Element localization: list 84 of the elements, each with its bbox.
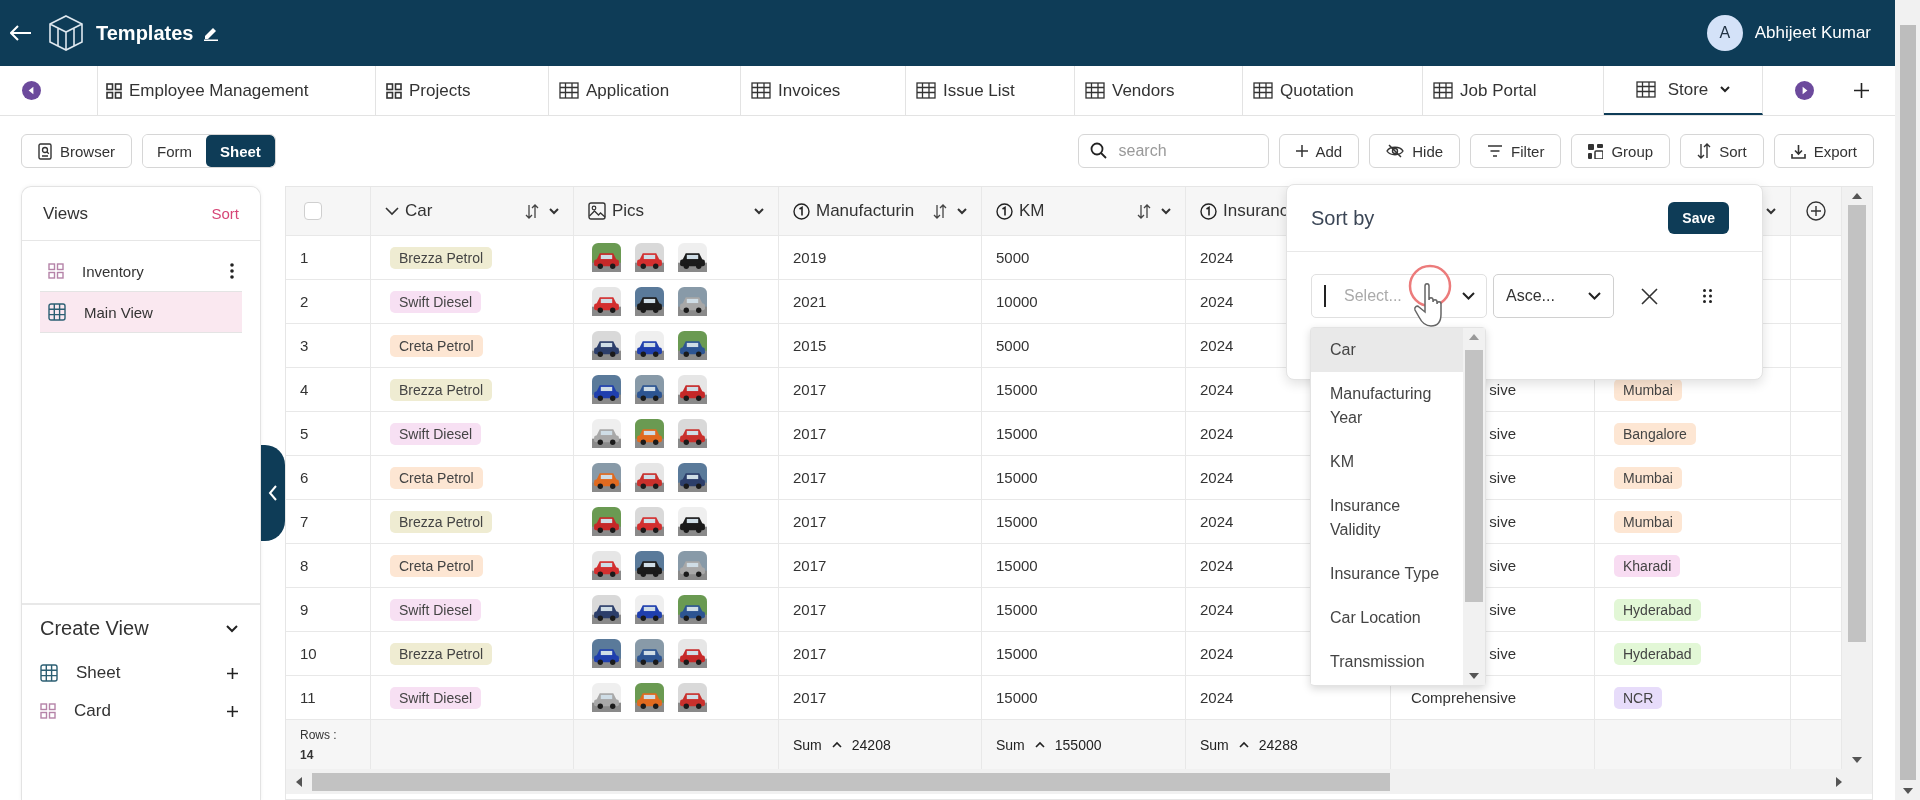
- location-tag: Hyderabad: [1614, 642, 1701, 665]
- location-tag: Mumbai: [1614, 466, 1682, 489]
- sum-label: Sum: [1200, 736, 1229, 753]
- panel-title: Views: [43, 203, 89, 224]
- table-cell: 2024: [1200, 469, 1234, 486]
- car-tag: Swift Diesel: [390, 598, 482, 621]
- table-cell: Comprehensive: [1410, 689, 1516, 706]
- table-cell: 2017: [793, 513, 827, 530]
- table-cell: 2024: [1200, 689, 1234, 706]
- row-number: 2: [300, 293, 309, 310]
- table-cell: 2021: [793, 293, 827, 310]
- popup-title: Sort by: [1311, 206, 1375, 230]
- table-cell: 15000: [996, 557, 1038, 574]
- table-cell: 2024: [1200, 645, 1234, 662]
- table-cell: 2017: [793, 425, 827, 442]
- table-cell: 2024: [1200, 557, 1234, 574]
- row-number: 6: [300, 469, 309, 486]
- location-tag: Hyderabad: [1614, 598, 1701, 621]
- car-tag: Swift Diesel: [390, 686, 482, 709]
- car-tag: Brezza Petrol: [390, 378, 493, 401]
- table-cell: sive: [1489, 645, 1516, 662]
- table-cell: 15000: [996, 601, 1038, 618]
- table-cell: 15000: [996, 689, 1038, 706]
- table-cell: 2024: [1200, 249, 1234, 266]
- table-cell: 15000: [996, 381, 1038, 398]
- row-number: 5: [300, 425, 309, 442]
- user-name: Abhijeet Kumar: [1754, 23, 1871, 43]
- table-cell: sive: [1489, 601, 1516, 618]
- table-cell: 15000: [996, 513, 1038, 530]
- car-tag: Creta Petrol: [390, 334, 483, 357]
- table-cell: sive: [1489, 425, 1516, 442]
- table-cell: 2024: [1200, 293, 1234, 310]
- car-tag: Brezza Petrol: [390, 246, 493, 269]
- location-tag: Mumbai: [1614, 510, 1682, 533]
- sum-label: Sum: [996, 736, 1025, 753]
- table-cell: 15000: [996, 425, 1038, 442]
- sum-value: 24208: [851, 736, 891, 753]
- location-tag: Kharadi: [1614, 554, 1681, 577]
- car-tag: Brezza Petrol: [390, 642, 493, 665]
- table-cell: 2024: [1200, 425, 1234, 442]
- table-cell: 2019: [793, 249, 827, 266]
- row-number: 11: [300, 689, 316, 706]
- table-cell: 2017: [793, 469, 827, 486]
- table-cell: 5000: [996, 249, 1030, 266]
- row-number: 4: [300, 381, 309, 398]
- car-tag: Brezza Petrol: [390, 510, 493, 533]
- row-number: 8: [300, 557, 309, 574]
- table-cell: sive: [1489, 381, 1516, 398]
- table-cell: 2024: [1200, 381, 1234, 398]
- table-cell: 2024: [1200, 513, 1234, 530]
- table-cell: sive: [1489, 513, 1516, 530]
- table-cell: 2017: [793, 689, 827, 706]
- row-number: 1: [300, 249, 309, 266]
- table-cell: 15000: [996, 645, 1038, 662]
- table-cell: 2017: [793, 601, 827, 618]
- table-cell: 2017: [793, 381, 827, 398]
- sum-value: 155000: [1054, 736, 1102, 753]
- car-tag: Swift Diesel: [390, 290, 482, 313]
- row-number: 9: [300, 601, 309, 618]
- table-cell: 10000: [996, 293, 1038, 310]
- location-tag: Bangalore: [1614, 422, 1696, 445]
- section-title: Create View: [40, 617, 149, 640]
- table-cell: 2015: [793, 337, 827, 354]
- car-tag: Creta Petrol: [390, 466, 483, 489]
- car-tag: Swift Diesel: [390, 422, 482, 445]
- rows-label: Rows :: [300, 727, 337, 742]
- table-cell: 15000: [996, 469, 1038, 486]
- rows-count: 14: [300, 747, 314, 762]
- table-cell: 2024: [1200, 337, 1234, 354]
- page-title: Templates: [96, 21, 194, 45]
- car-tag: Creta Petrol: [390, 554, 483, 577]
- table-cell: 2024: [1200, 601, 1234, 618]
- sum-value: 24288: [1258, 736, 1298, 753]
- row-number: 7: [300, 513, 309, 530]
- table-cell: sive: [1489, 557, 1516, 574]
- row-number: 10: [300, 645, 317, 662]
- sum-label: Sum: [793, 736, 822, 753]
- row-number: 3: [300, 337, 309, 354]
- location-tag: NCR: [1614, 686, 1663, 709]
- table-cell: 2017: [793, 645, 827, 662]
- table-cell: 2017: [793, 557, 827, 574]
- table-cell: 5000: [996, 337, 1030, 354]
- table-cell: sive: [1489, 469, 1516, 486]
- location-tag: Mumbai: [1614, 378, 1682, 401]
